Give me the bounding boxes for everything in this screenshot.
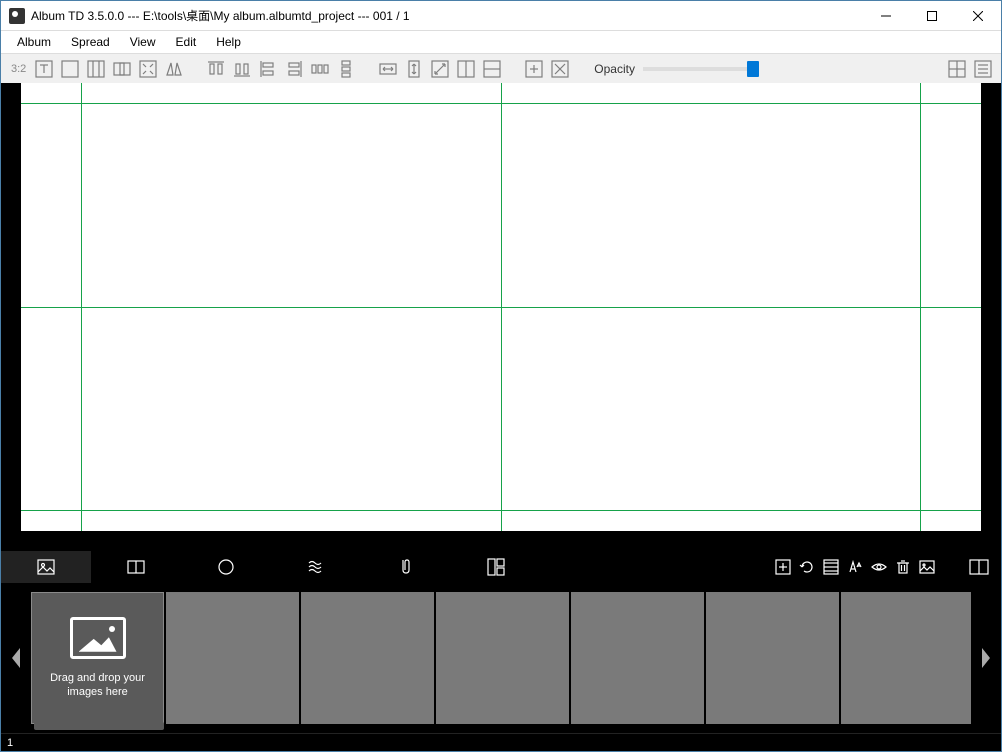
thumbnail-list: Drag and drop your images here [31,592,971,724]
thumbnail-slot[interactable] [706,592,839,724]
toolbar: 3:2 Opacity [1,53,1001,83]
stretch-h-icon[interactable] [376,57,400,81]
thumbnail-slot[interactable] [841,592,971,724]
guide-horizontal [21,510,981,511]
maximize-button[interactable] [909,1,955,31]
add-cell-icon[interactable] [522,57,546,81]
flip-icon[interactable] [162,57,186,81]
thumbnail-slot[interactable] [436,592,569,724]
aspect-ratio-label[interactable]: 3:2 [7,63,30,75]
thumbnail-slot[interactable] [166,592,299,724]
align-right-icon[interactable] [282,57,306,81]
thumbnail-slot[interactable] [571,592,704,724]
align-top-icon[interactable] [204,57,228,81]
spread-thumbnail-icon[interactable] [957,551,1001,583]
close-button[interactable] [955,1,1001,31]
drop-zone-text: Drag and drop your images here [38,671,157,700]
tab-images[interactable] [1,551,91,583]
remove-cell-icon[interactable] [548,57,572,81]
tab-layouts[interactable] [451,551,541,583]
menu-spread[interactable]: Spread [61,33,120,51]
menu-view[interactable]: View [120,33,166,51]
trash-icon[interactable] [893,557,913,577]
bottom-tabs [1,551,1001,583]
dist-v-icon[interactable] [334,57,358,81]
tab-clipart[interactable] [361,551,451,583]
align-bottom-icon[interactable] [230,57,254,81]
bottom-tools [773,557,945,577]
scroll-handle[interactable] [34,722,164,730]
opacity-slider[interactable] [643,67,753,71]
expand-diag-icon[interactable] [428,57,452,81]
menu-bar: Album Spread View Edit Help [1,31,1001,53]
spread-canvas[interactable] [21,83,981,531]
text-tool-icon[interactable] [32,57,56,81]
window-title: Album TD 3.5.0.0 --- E:\tools\桌面\My albu… [31,7,863,24]
menu-album[interactable]: Album [7,33,61,51]
strip-prev-button[interactable] [1,583,31,733]
opacity-control: Opacity [594,62,753,76]
columns-icon[interactable] [84,57,108,81]
font-icon[interactable] [845,557,865,577]
thumbnail-strip: Drag and drop your images here [1,583,1001,733]
drop-zone[interactable]: Drag and drop your images here [31,592,164,724]
guide-center-horizontal [21,307,981,308]
title-bar: Album TD 3.5.0.0 --- E:\tools\桌面\My albu… [1,1,1001,31]
bottom-panel: Drag and drop your images here 1 [1,551,1001,751]
tab-spreads[interactable] [91,551,181,583]
image-placeholder-icon [70,617,126,659]
fit-corners-icon[interactable] [136,57,160,81]
thumbnail-slot[interactable] [301,592,434,724]
strip-next-button[interactable] [971,583,1001,733]
menu-help[interactable]: Help [206,33,251,51]
image-icon[interactable] [917,557,937,577]
align-left-icon[interactable] [256,57,280,81]
stretch-v-icon[interactable] [402,57,426,81]
status-bar: 1 [1,733,1001,751]
preview-icon[interactable] [869,557,889,577]
overlap-icon[interactable] [110,57,134,81]
status-page: 1 [7,737,13,749]
guide-horizontal [21,103,981,104]
menu-edit[interactable]: Edit [166,33,207,51]
tab-masks[interactable] [181,551,271,583]
refresh-icon[interactable] [797,557,817,577]
grid-icon[interactable] [945,57,969,81]
gradient-icon[interactable] [821,557,841,577]
window-controls [863,1,1001,31]
opacity-thumb[interactable] [747,61,759,77]
canvas-area[interactable] [1,83,1001,551]
opacity-label: Opacity [594,62,635,76]
app-icon [9,8,25,24]
split-h-icon[interactable] [480,57,504,81]
split-v-icon[interactable] [454,57,478,81]
dist-h-icon[interactable] [308,57,332,81]
tab-backgrounds[interactable] [271,551,361,583]
minimize-button[interactable] [863,1,909,31]
notes-icon[interactable] [971,57,995,81]
add-icon[interactable] [773,557,793,577]
single-frame-icon[interactable] [58,57,82,81]
